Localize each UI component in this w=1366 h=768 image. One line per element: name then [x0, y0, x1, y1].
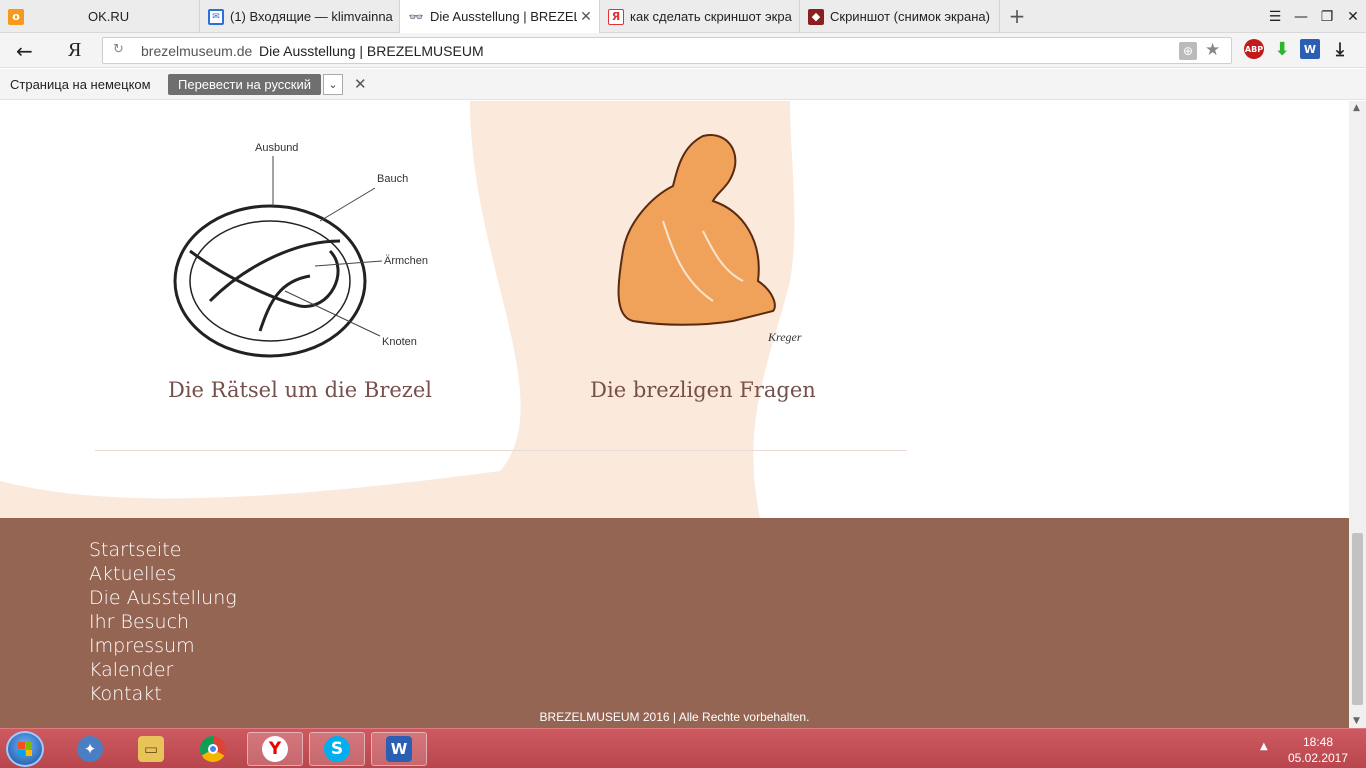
- site-footer: Startseite Aktuelles Die Ausstellung Ihr…: [0, 518, 1349, 728]
- menu-icon[interactable]: ☰: [1262, 0, 1288, 33]
- tab-bar: о OK.RU ✉ (1) Входящие — klimvainna 👓 Di…: [0, 0, 1366, 33]
- footer-link-besuch[interactable]: Ihr Besuch: [89, 610, 237, 634]
- footer-link-kalender[interactable]: Kalender: [89, 658, 237, 682]
- ok-icon: о: [8, 8, 24, 25]
- card-fragen[interactable]: Kreger Die brezligen Fragen: [553, 131, 853, 402]
- site-icon: ◆: [808, 8, 824, 25]
- mail-icon: ✉: [208, 8, 224, 25]
- label-ausbund: Ausbund: [255, 142, 298, 154]
- url-host: brezelmuseum.de: [141, 43, 253, 59]
- download-helper-icon[interactable]: ⬇: [1272, 39, 1292, 60]
- system-clock[interactable]: 18:48 05.02.2017: [1286, 734, 1350, 766]
- yandex-icon: Я: [608, 8, 624, 25]
- footer-link-ausstellung[interactable]: Die Ausstellung: [89, 586, 237, 610]
- footer-link-impressum[interactable]: Impressum: [89, 634, 237, 658]
- clock-time: 18:48: [1302, 735, 1334, 749]
- tab-yandex-search[interactable]: Я как сделать скриншот экра: [600, 0, 800, 33]
- start-button[interactable]: [6, 731, 44, 767]
- translate-bar: Страница на немецком Перевести на русски…: [0, 69, 1366, 100]
- tab-ok[interactable]: о OK.RU: [0, 0, 200, 33]
- scroll-down-arrow-icon[interactable]: ▼: [1353, 716, 1360, 726]
- web-page: Ausbund Bauch Ärmchen Knoten Die Rätsel …: [0, 101, 1349, 728]
- vertical-scrollbar[interactable]: ▲ ▼: [1349, 101, 1366, 728]
- tab-title: как сделать скриншот экра: [630, 9, 792, 24]
- tab-title: OK.RU: [88, 9, 130, 24]
- url-page-title: Die Ausstellung | BREZELMUSEUM: [259, 43, 484, 59]
- footer-nav: Startseite Aktuelles Die Ausstellung Ihr…: [89, 538, 237, 706]
- close-icon[interactable]: ✕: [354, 75, 367, 93]
- windows-logo-icon: [18, 742, 32, 756]
- word-extension-icon[interactable]: W: [1300, 39, 1320, 59]
- label-knoten: Knoten: [382, 336, 417, 348]
- tab-title: (1) Входящие — klimvainna: [230, 9, 393, 24]
- file-explorer-icon[interactable]: ▭: [123, 732, 179, 766]
- restore-icon[interactable]: ❐: [1314, 0, 1340, 33]
- bookmark-star-icon[interactable]: ★: [1205, 40, 1220, 60]
- label-bauch: Bauch: [377, 173, 408, 185]
- close-window-icon[interactable]: ✕: [1340, 0, 1366, 33]
- chrome-icon[interactable]: [185, 732, 241, 766]
- chevron-down-icon[interactable]: ⌄: [323, 74, 343, 95]
- downloads-icon[interactable]: ⤓: [1330, 39, 1350, 60]
- divider: [95, 450, 907, 451]
- minimize-icon[interactable]: —: [1288, 0, 1314, 33]
- scrollbar-thumb[interactable]: [1352, 533, 1363, 705]
- tab-mail[interactable]: ✉ (1) Входящие — klimvainna: [200, 0, 400, 33]
- show-hidden-icons-icon[interactable]: ▲: [1260, 741, 1268, 752]
- scroll-up-arrow-icon[interactable]: ▲: [1353, 103, 1360, 113]
- windows-taskbar: ✦ ▭ Y S W ▲ 18:48 05.02.2017: [0, 728, 1366, 768]
- yandex-logo[interactable]: Я: [68, 39, 81, 62]
- clock-date: 05.02.2017: [1287, 751, 1349, 765]
- pretzel-diagram: Ausbund Bauch Ärmchen Knoten: [173, 142, 428, 358]
- card-title[interactable]: Die brezligen Fragen: [553, 378, 853, 402]
- card-title[interactable]: Die Rätsel um die Brezel: [150, 378, 450, 402]
- footer-link-aktuelles[interactable]: Aktuelles: [89, 562, 237, 586]
- translate-icon[interactable]: ⊕: [1179, 42, 1197, 60]
- label-aermchen: Ärmchen: [384, 255, 428, 267]
- reload-icon[interactable]: ↻: [113, 42, 124, 57]
- footer-link-startseite[interactable]: Startseite: [89, 538, 237, 562]
- card-raetsel[interactable]: Ausbund Bauch Ärmchen Knoten Die Rätsel …: [150, 131, 450, 402]
- window-controls: ☰ — ❐ ✕: [1262, 0, 1366, 33]
- copyright-text: BREZELMUSEUM 2016 | Alle Rechte vorbehal…: [539, 710, 810, 724]
- yandex-browser-icon[interactable]: Y: [247, 732, 303, 766]
- new-tab-icon[interactable]: +: [1006, 4, 1028, 28]
- navigation-bar: ← Я ↻ brezelmuseum.de Die Ausstellung | …: [0, 33, 1366, 68]
- glasses-icon: 👓: [408, 9, 424, 24]
- close-tab-icon[interactable]: ✕: [577, 9, 595, 25]
- tab-title: Скриншот (снимок экрана): [830, 9, 990, 24]
- translate-label: Страница на немецком: [10, 77, 151, 92]
- translate-button[interactable]: Перевести на русский: [168, 74, 322, 95]
- windows-explorer-icon[interactable]: ✦: [62, 732, 118, 766]
- address-bar[interactable]: ↻ brezelmuseum.de Die Ausstellung | BREZ…: [102, 37, 1232, 64]
- tab-title: Die Ausstellung | BREZELM: [430, 9, 577, 24]
- tab-ausstellung[interactable]: 👓 Die Ausstellung | BREZELM ✕: [400, 0, 600, 33]
- illustration-signature: Kreger: [767, 330, 802, 344]
- tab-screenshot[interactable]: ◆ Скриншот (снимок экрана): [800, 0, 1000, 33]
- back-arrow-icon[interactable]: ←: [16, 39, 33, 63]
- footer-link-kontakt[interactable]: Kontakt: [89, 682, 237, 706]
- sitting-figure-illustration: Kreger: [617, 134, 802, 344]
- skype-icon[interactable]: S: [309, 732, 365, 766]
- word-icon[interactable]: W: [371, 732, 427, 766]
- adblock-icon[interactable]: ABP: [1244, 39, 1264, 59]
